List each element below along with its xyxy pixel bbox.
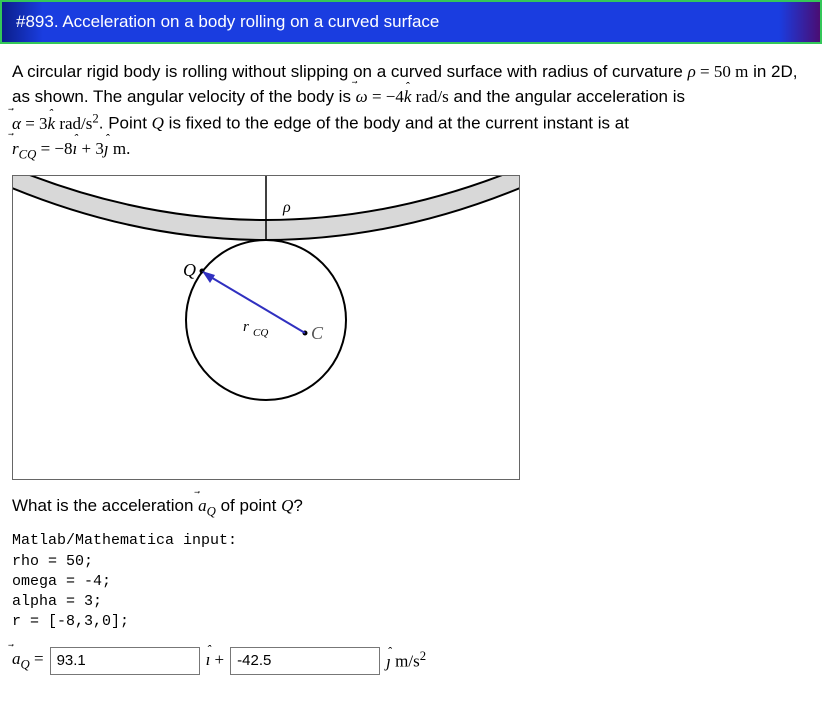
- rCQ-sub-label: CQ: [253, 327, 268, 339]
- text: A circular rigid body is rolling without…: [12, 62, 688, 81]
- omega-equation: ω⃗ = −4kˆ rad/s: [356, 87, 449, 106]
- unit-label: ȷˆ m/s2: [386, 647, 426, 674]
- rolling-body: [186, 240, 346, 400]
- figure-svg: ρ Q C r⃗ CQ: [13, 176, 519, 479]
- C-label: C: [311, 323, 324, 343]
- code-input-block: Matlab/Mathematica input: rho = 50; omeg…: [12, 531, 810, 632]
- answer-i-input[interactable]: [50, 647, 200, 675]
- figure: ρ Q C r⃗ CQ: [12, 175, 520, 480]
- answer-row: a⃗Q = ıˆ + ȷˆ m/s2: [12, 647, 810, 675]
- aQ-var: a⃗Q: [198, 496, 216, 515]
- Q-label: Q: [183, 260, 196, 280]
- i-hat-plus: ıˆ +: [206, 648, 225, 673]
- text: in 2D,: [748, 62, 797, 81]
- code-line: alpha = 3;: [12, 593, 102, 610]
- problem-content: A circular rigid body is rolling without…: [0, 44, 822, 685]
- rCQ-arrowhead: [202, 271, 215, 283]
- code-line: omega = -4;: [12, 573, 111, 590]
- Q-var: Q: [152, 114, 164, 133]
- alpha-equation: α⃗ = 3kˆ rad/s2: [12, 114, 99, 133]
- text: as shown. The angular velocity of the bo…: [12, 87, 356, 106]
- rho-equation: ρ = 50 m: [688, 62, 749, 81]
- problem-header: #893. Acceleration on a body rolling on …: [0, 0, 822, 44]
- code-line: r = [-8,3,0];: [12, 613, 129, 630]
- text: and the angular acceleration is: [449, 87, 685, 106]
- answer-lhs: a⃗Q =: [12, 647, 44, 674]
- problem-title: #893. Acceleration on a body rolling on …: [16, 12, 439, 31]
- r-equation: r⃗CQ = −8ıˆ + 3ȷˆ m.: [12, 139, 130, 158]
- text: is fixed to the edge of the body and at …: [164, 114, 629, 133]
- answer-j-input[interactable]: [230, 647, 380, 675]
- Q-var2: Q: [281, 496, 293, 515]
- problem-statement: A circular rigid body is rolling without…: [12, 60, 810, 163]
- question: What is the acceleration a⃗Q of point Q?: [12, 494, 810, 521]
- text: ?: [293, 496, 302, 515]
- text: of point: [216, 496, 281, 515]
- text: What is the acceleration: [12, 496, 198, 515]
- code-line: rho = 50;: [12, 553, 93, 570]
- rho-label: ρ: [282, 199, 291, 216]
- code-title: Matlab/Mathematica input:: [12, 532, 237, 549]
